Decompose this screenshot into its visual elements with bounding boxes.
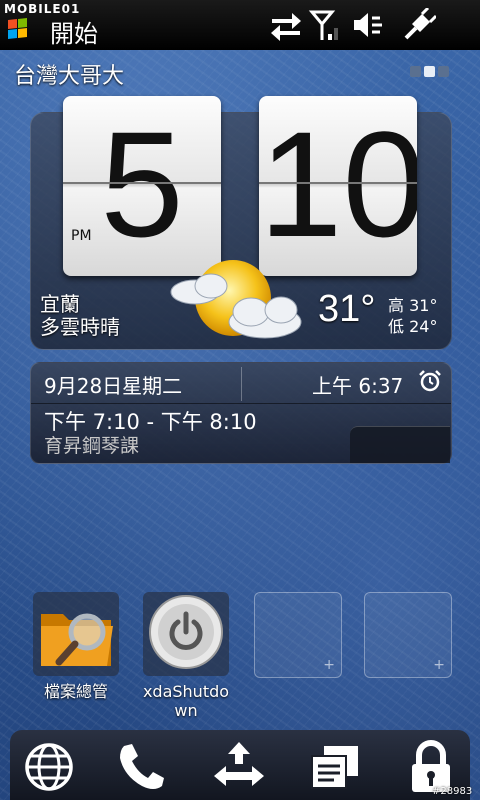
clock-minute: 10 [259, 100, 417, 268]
divider [241, 367, 242, 401]
flip-hinge [63, 182, 221, 184]
page-indicator[interactable] [410, 62, 452, 81]
add-icon: + [433, 657, 445, 673]
watermark: #28983 [432, 786, 473, 797]
carrier-name: 台灣大哥大 [14, 64, 125, 89]
hour-flip-card[interactable]: 5 PM [63, 96, 221, 276]
signal-icon[interactable] [308, 8, 344, 42]
switch-arrows-icon[interactable] [212, 740, 266, 794]
empty-app-slot[interactable]: + [254, 592, 342, 678]
app-tile-file-explorer[interactable] [33, 592, 119, 676]
messaging-icon[interactable] [308, 740, 362, 794]
app-tile-xdashutdown[interactable] [143, 592, 229, 676]
start-button[interactable]: 開始 [50, 14, 98, 49]
page-dot[interactable] [410, 66, 421, 77]
file-explorer-icon [41, 613, 113, 666]
weather-temperature: 31° [318, 288, 376, 330]
weather-condition: 多雲時晴 [40, 315, 120, 339]
calendar-tab[interactable] [350, 426, 450, 463]
page-dot-active[interactable] [424, 66, 435, 77]
app-label: xdaShutdo wn [142, 682, 230, 720]
divider [31, 403, 451, 404]
status-bar: MOBILE01 開始 [0, 0, 480, 50]
phone-icon[interactable] [114, 740, 168, 794]
empty-app-slot[interactable]: + [364, 592, 452, 678]
page-dot[interactable] [438, 66, 449, 77]
flip-hinge [259, 182, 417, 184]
power-icon [149, 595, 223, 669]
clock-ampm: PM [71, 228, 92, 244]
alarm-time[interactable]: 上午 6:37 [312, 370, 403, 399]
event-title[interactable]: 育昇鋼琴課 [44, 431, 139, 458]
app-label: 檔案總管 [43, 682, 108, 701]
internet-globe-icon[interactable] [22, 740, 76, 794]
speaker-mute-icon[interactable] [350, 8, 386, 42]
sync-icon[interactable] [268, 8, 304, 42]
add-icon: + [323, 657, 335, 673]
windows-start-icon[interactable] [4, 6, 46, 44]
alarm-clock-icon[interactable] [418, 369, 442, 393]
partly-cloudy-icon [170, 260, 302, 339]
charging-plug-icon[interactable] [400, 8, 436, 42]
minute-flip-card[interactable]: 10 [259, 96, 417, 276]
calendar-date[interactable]: 9月28日星期二 [44, 370, 182, 399]
weather-low: 低 24° [388, 317, 438, 336]
